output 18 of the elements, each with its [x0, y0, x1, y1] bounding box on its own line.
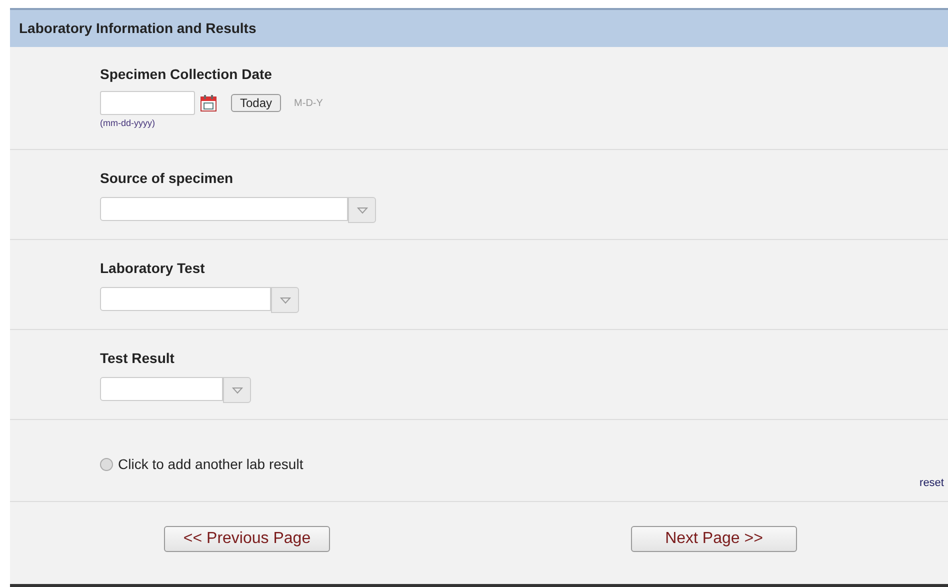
date-format-text: M-D-Y: [294, 96, 323, 110]
section-title: Laboratory Information and Results: [19, 19, 256, 38]
caret-icon: [232, 386, 242, 394]
caret-icon: [280, 296, 290, 304]
field-label: Specimen Collection Date: [100, 65, 273, 84]
field-label: Test Result: [100, 349, 176, 368]
date-input-field[interactable]: [100, 91, 195, 115]
calendar-icon[interactable]: [200, 94, 217, 112]
next-page-button[interactable]: Next Page >>: [631, 526, 797, 552]
radio-button[interactable]: [100, 458, 113, 471]
field-label: Laboratory Test: [100, 259, 206, 278]
field-label: Source of specimen: [100, 169, 234, 188]
date-hint: (mm-dd-yyyy): [100, 117, 156, 130]
today-button[interactable]: Today: [231, 94, 282, 112]
radio-label: Click to add another lab result: [118, 455, 304, 474]
previous-page-button[interactable]: << Previous Page: [164, 526, 330, 552]
reset-link[interactable]: reset: [920, 475, 944, 492]
caret-icon: [356, 206, 368, 214]
